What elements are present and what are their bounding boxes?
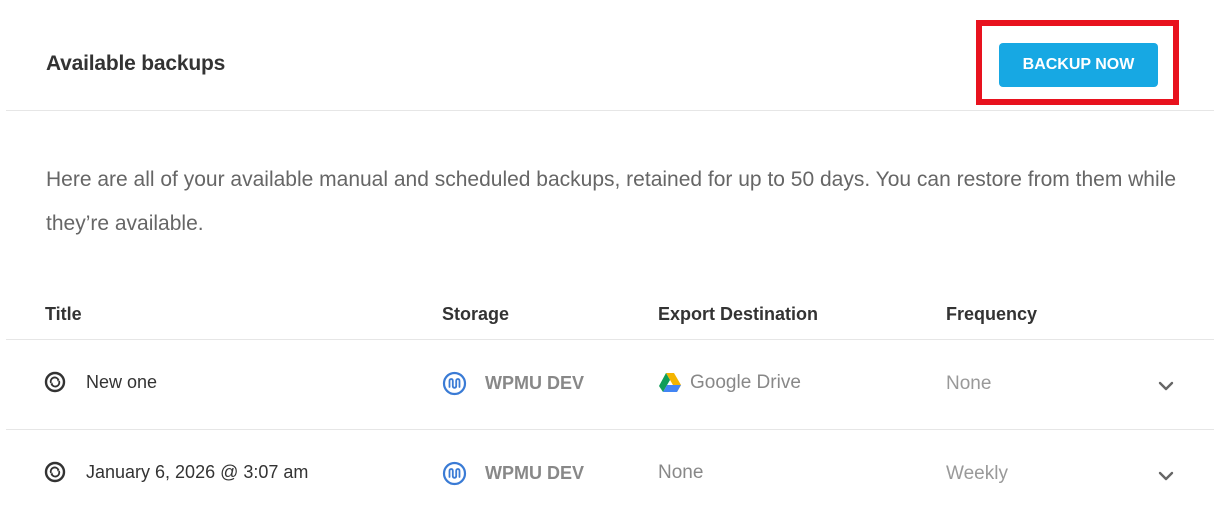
column-title: Title — [45, 304, 82, 324]
title-cell: New one — [44, 371, 157, 393]
page-title: Available backups — [46, 52, 226, 75]
wpmu-dev-icon — [442, 461, 467, 486]
title-cell: January 6, 2026 @ 3:07 am — [44, 461, 308, 483]
row-title: New one — [86, 371, 158, 392]
chevron-down-icon[interactable] — [1156, 376, 1176, 396]
export-destination-label: None — [658, 462, 704, 483]
description-text: Here are all of your available manual an… — [46, 168, 1177, 235]
export-destination-label: Google Drive — [690, 372, 801, 393]
frequency-label: Weekly — [946, 463, 1008, 484]
storage-cell: WPMU DEV — [442, 371, 584, 396]
wpmu-dev-icon — [442, 371, 467, 396]
table-header: Title Storage Export Destination Frequen… — [6, 290, 1214, 340]
storage-label: WPMU DEV — [485, 373, 584, 393]
export-destination-cell: None — [658, 462, 703, 484]
backup-cycle-icon — [44, 461, 66, 483]
frequency-label: None — [946, 373, 992, 394]
table-row[interactable]: January 6, 2026 @ 3:07 am WPMU DEV None … — [6, 430, 1214, 519]
column-storage: Storage — [442, 304, 510, 324]
export-destination-cell: Google Drive — [658, 372, 801, 394]
row-title: January 6, 2026 @ 3:07 am — [86, 461, 309, 482]
chevron-down-icon[interactable] — [1156, 466, 1176, 486]
table-row[interactable]: New one WPMU DEV Google Drive None — [6, 340, 1214, 430]
storage-cell: WPMU DEV — [442, 461, 584, 486]
backups-panel: Available backups BACKUP NOW Here are al… — [6, 0, 1214, 516]
backup-now-button[interactable]: BACKUP NOW — [999, 43, 1158, 87]
column-frequency: Frequency — [946, 304, 1038, 324]
storage-label: WPMU DEV — [485, 463, 584, 483]
column-export-destination: Export Destination — [658, 304, 819, 324]
google-drive-icon — [659, 373, 681, 392]
backup-cycle-icon — [44, 371, 66, 393]
